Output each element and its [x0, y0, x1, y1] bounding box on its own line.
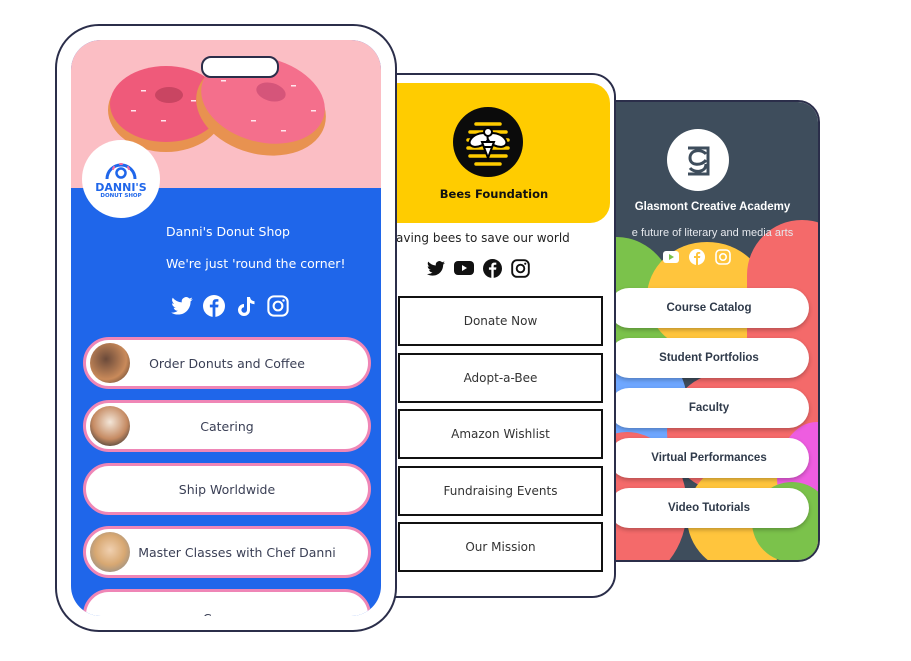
link-label: Master Classes with Chef Danni — [138, 544, 336, 560]
profile-title: Bees Foundation — [439, 187, 549, 201]
logo-text-secondary: DONUT SHOP — [100, 193, 142, 199]
twitter-icon[interactable] — [426, 258, 446, 278]
danni-logo: DANNI'S DONUT SHOP — [82, 140, 160, 218]
social-icons — [663, 249, 731, 265]
link-button-virtual-performances[interactable]: Virtual Performances — [609, 438, 809, 478]
link-button-master-classes[interactable]: Master Classes with Chef Danni — [83, 526, 371, 578]
chef-thumbnail — [90, 532, 130, 572]
glasmont-phone-mockup: Glasmont Creative Academy e future of li… — [585, 100, 820, 562]
instagram-icon[interactable] — [510, 258, 530, 278]
danni-phone-mockup: DANNI'S DONUT SHOP Danni's Donut Shop We… — [55, 24, 397, 632]
profile-tagline: We're just 'round the corner! — [166, 256, 346, 271]
facebook-icon[interactable] — [482, 258, 502, 278]
link-button-fundraising-events[interactable]: Fundraising Events — [398, 466, 603, 516]
link-button-course-catalog[interactable]: Course Catalog — [609, 288, 809, 328]
glasmont-screen: Glasmont Creative Academy e future of li… — [587, 102, 818, 560]
donut-stack-thumbnail — [90, 343, 130, 383]
link-button-order-donuts[interactable]: Order Donuts and Coffee — [83, 337, 371, 389]
link-label: Ship Worldwide — [178, 481, 276, 497]
link-button-our-mission[interactable]: Our Mission — [398, 522, 603, 572]
link-button-student-portfolios[interactable]: Student Portfolios — [609, 338, 809, 378]
tiktok-icon[interactable] — [234, 294, 258, 318]
profile-title: Glasmont Creative Academy — [634, 201, 791, 213]
link-button-careers[interactable]: Careers — [83, 589, 371, 616]
logo-text-primary: DANNI'S — [95, 181, 147, 194]
youtube-icon[interactable] — [663, 249, 679, 265]
profile-title: Danni's Donut Shop — [166, 224, 290, 239]
link-button-adopt-a-bee[interactable]: Adopt-a-Bee — [398, 353, 603, 403]
link-button-donate-now[interactable]: Donate Now — [398, 296, 603, 346]
donut-tray-thumbnail — [90, 406, 130, 446]
link-button-catering[interactable]: Catering — [83, 400, 371, 452]
bees-logo — [453, 107, 523, 177]
profile-tagline: e future of literary and media arts — [631, 227, 794, 239]
social-icons — [426, 258, 530, 278]
link-label: Catering — [200, 418, 254, 434]
glasmont-monogram-icon — [688, 146, 710, 176]
phone-notch — [201, 56, 279, 78]
bees-hero-banner: Bees Foundation — [382, 83, 610, 223]
profile-tagline: aving bees to save our world — [396, 231, 570, 245]
danni-screen: DANNI'S DONUT SHOP Danni's Donut Shop We… — [71, 40, 381, 616]
social-icons — [170, 294, 290, 318]
link-button-faculty[interactable]: Faculty — [609, 388, 809, 428]
facebook-icon[interactable] — [689, 249, 705, 265]
link-label: Careers — [203, 611, 251, 617]
twitter-icon[interactable] — [170, 294, 194, 318]
link-button-ship-worldwide[interactable]: Ship Worldwide — [83, 463, 371, 515]
instagram-icon[interactable] — [715, 249, 731, 265]
bees-screen: Bees Foundation aving bees to save our w… — [370, 75, 614, 596]
link-button-video-tutorials[interactable]: Video Tutorials — [609, 488, 809, 528]
instagram-icon[interactable] — [266, 294, 290, 318]
glasmont-logo — [667, 129, 729, 191]
bee-icon — [466, 122, 510, 166]
link-label: Order Donuts and Coffee — [149, 355, 305, 371]
youtube-icon[interactable] — [454, 258, 474, 278]
bees-phone-mockup: Bees Foundation aving bees to save our w… — [368, 73, 616, 598]
link-button-amazon-wishlist[interactable]: Amazon Wishlist — [398, 409, 603, 459]
facebook-icon[interactable] — [202, 294, 226, 318]
donut-logo-icon — [105, 163, 137, 180]
